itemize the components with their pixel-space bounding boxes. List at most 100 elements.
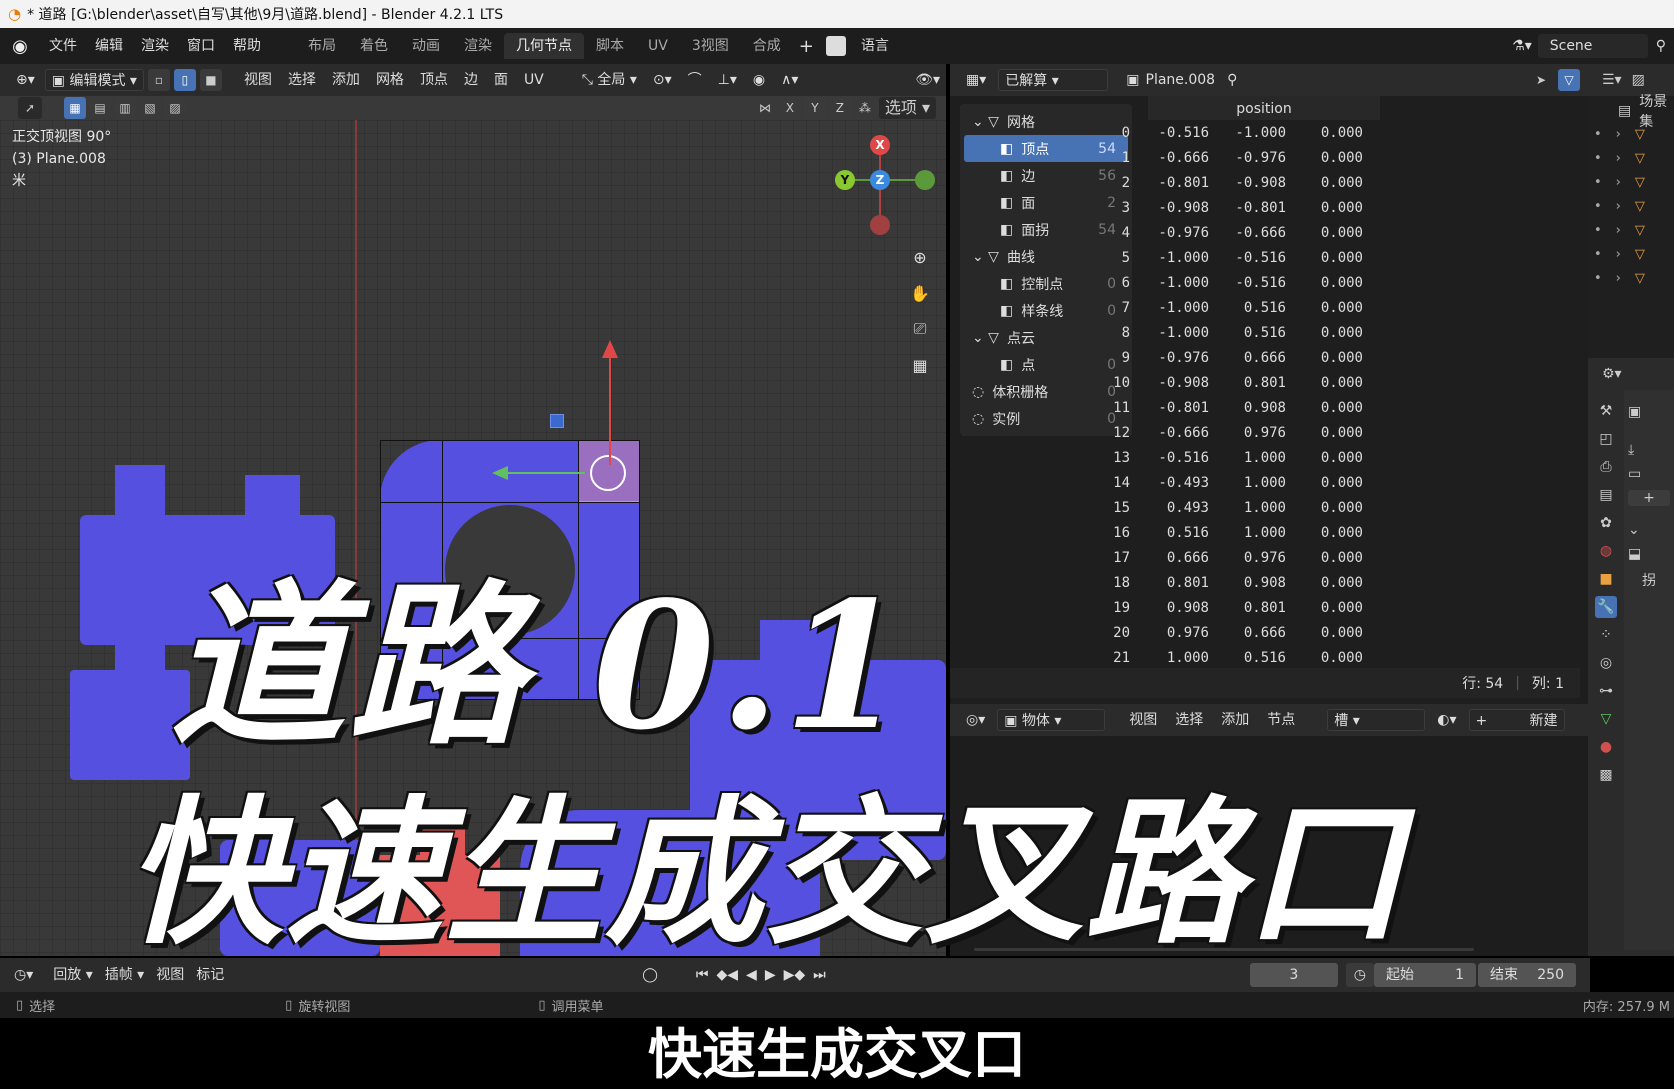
menu-window[interactable]: 窗口 — [178, 34, 224, 58]
outliner-collection[interactable]: ▤ 场景集 — [1588, 94, 1674, 130]
select-subtract-icon[interactable]: ▥ — [114, 97, 136, 119]
material-icon[interactable]: ● — [1595, 736, 1617, 758]
expand-icon[interactable]: › — [1616, 127, 1621, 142]
add-workspace-icon[interactable]: + — [793, 36, 820, 57]
modifier-icon[interactable]: 🔧 — [1595, 596, 1617, 618]
render-icon[interactable]: ◰ — [1595, 428, 1617, 450]
mode-selector[interactable]: ▣ 编辑模式 ▾ — [44, 69, 144, 91]
pivot-icon[interactable]: ⊙▾ — [647, 69, 678, 91]
modifier-expand-icon[interactable]: ⌄ — [1628, 522, 1670, 538]
outliner-row[interactable]: • › ▽ — [1588, 194, 1674, 218]
select-tool-icon[interactable]: ➚ — [18, 97, 42, 119]
menu-add[interactable]: 添加 — [326, 69, 366, 91]
start-frame-field[interactable]: 起始 1 — [1374, 963, 1476, 987]
scene-selector-icon[interactable]: ⚗▾ — [1506, 38, 1538, 54]
horizontal-scrollbar[interactable] — [974, 948, 1474, 951]
menu-help[interactable]: 帮助 — [224, 34, 270, 58]
tab-animation[interactable]: 动画 — [400, 33, 452, 59]
camera-icon[interactable]: ⎚ — [905, 314, 935, 344]
expand-icon[interactable]: › — [1616, 247, 1621, 262]
face-select-icon[interactable]: ■ — [199, 69, 222, 91]
particles-icon[interactable]: ⁘ — [1595, 624, 1617, 646]
tab-rendering[interactable]: 渲染 — [452, 33, 504, 59]
output-icon[interactable]: ⎙ — [1595, 456, 1617, 478]
visibility-icon[interactable]: 👁▾ — [909, 69, 946, 91]
select-intersect-icon[interactable]: ▨ — [164, 97, 186, 119]
axis-y-toggle[interactable]: Y — [803, 97, 826, 119]
play-reverse-icon[interactable]: ◀ — [742, 967, 761, 983]
tab-uv[interactable]: UV — [636, 33, 680, 59]
pin-icon[interactable]: ⚲ — [1227, 72, 1237, 88]
menu-render[interactable]: 渲染 — [132, 34, 178, 58]
material-icon[interactable]: ◐▾ — [1431, 709, 1462, 731]
keying-menu[interactable]: 插帧 ▾ — [99, 964, 150, 986]
gizmo-z-ball[interactable]: Z — [870, 170, 890, 190]
node-type-dropdown[interactable]: ▣ 物体 ▾ — [997, 709, 1106, 731]
next-key-icon[interactable]: ▶◆ — [780, 967, 810, 983]
jump-start-icon[interactable]: ⏮ — [692, 967, 713, 983]
jump-end-icon[interactable]: ⏭ — [809, 967, 830, 983]
world-icon[interactable]: ◍ — [1595, 540, 1617, 562]
view-layer-icon[interactable]: ▤ — [1595, 484, 1617, 506]
slot-dropdown[interactable]: 槽 ▾ — [1327, 709, 1426, 731]
menu-vertex[interactable]: 顶点 — [414, 69, 454, 91]
gizmo-neg-y-ball[interactable] — [915, 170, 935, 190]
menu-edit[interactable]: 编辑 — [86, 34, 132, 58]
outliner[interactable]: ▤ 场景集 • › ▽ • › ▽ • › ▽ • › ▽ • › ▽ • › ▽ • › ▽ — [1588, 94, 1674, 358]
expand-icon[interactable]: › — [1616, 151, 1621, 166]
expand-icon[interactable]: › — [1616, 199, 1621, 214]
snap-target-icon[interactable]: ⊥▾ — [712, 69, 743, 91]
timeline-editor-icon[interactable]: ◷▾ — [0, 967, 47, 983]
expand-icon[interactable]: › — [1616, 271, 1621, 286]
menu-mesh[interactable]: 网格 — [370, 69, 410, 91]
gizmo-y-arrow[interactable] — [609, 355, 611, 465]
tab-3view[interactable]: 3视图 — [680, 33, 741, 59]
menu-view[interactable]: 视图 — [238, 69, 278, 91]
edge-select-icon[interactable]: ▯ — [173, 69, 196, 91]
select-new-icon[interactable]: ▦ — [64, 97, 86, 119]
column-header-position[interactable]: position — [1148, 96, 1380, 120]
spreadsheet-editor-icon[interactable]: ▦▾ — [960, 69, 992, 91]
expand-icon[interactable]: › — [1616, 223, 1621, 238]
tab-geometry-nodes[interactable]: 几何节点 — [504, 33, 584, 59]
tab-scripting[interactable]: 脚本 — [584, 33, 636, 59]
select-invert-icon[interactable]: ▧ — [139, 97, 161, 119]
hand-pan-icon[interactable]: ✋ — [905, 278, 935, 308]
blender-menu-icon[interactable]: ◉ — [0, 36, 40, 57]
gizmo-neg-x-ball[interactable] — [870, 215, 890, 235]
transform-orientation[interactable]: ⤡ 全局 ▾ — [576, 69, 643, 91]
selected-only-icon[interactable]: ➤ — [1530, 69, 1552, 91]
outliner-row[interactable]: • › ▽ — [1588, 170, 1674, 194]
node-menu-view[interactable]: 视图 — [1123, 709, 1163, 731]
marker-menu[interactable]: 标记 — [190, 964, 230, 986]
constraints-icon[interactable]: ⊶ — [1595, 680, 1617, 702]
node-menu-add[interactable]: 添加 — [1215, 709, 1255, 731]
expand-icon[interactable]: › — [1616, 175, 1621, 190]
zoom-icon[interactable]: ⊕ — [905, 242, 935, 272]
outliner-row[interactable]: • › ▽ — [1588, 266, 1674, 290]
outliner-row[interactable]: • › ▽ — [1588, 146, 1674, 170]
tab-shading[interactable]: 着色 — [348, 33, 400, 59]
object-icon[interactable]: ■ — [1595, 568, 1617, 590]
data-icon[interactable]: ▽ — [1595, 708, 1617, 730]
menu-face[interactable]: 面 — [488, 69, 514, 91]
preview-range-icon[interactable]: ◷ — [1345, 963, 1374, 987]
auto-key-icon[interactable]: ◯ — [630, 967, 670, 983]
mirror-icon[interactable]: ⋈ — [754, 97, 776, 119]
playback-menu[interactable]: 回放 ▾ — [47, 964, 98, 986]
end-frame-field[interactable]: 结束 250 — [1478, 963, 1576, 987]
select-extend-icon[interactable]: ▤ — [89, 97, 111, 119]
physics-icon[interactable]: ◎ — [1595, 652, 1617, 674]
addon-icon[interactable] — [825, 36, 846, 56]
gizmo-y-ball[interactable]: Y — [835, 170, 855, 190]
scene-name[interactable]: Scene — [1537, 34, 1648, 58]
editor-type-icon[interactable]: ⊕▾ — [10, 69, 41, 91]
menu-uv[interactable]: UV — [518, 69, 550, 91]
add-modifier-icon[interactable]: + — [1628, 490, 1670, 506]
eval-mode-dropdown[interactable]: 已解算 ▾ — [998, 69, 1109, 91]
filter-icon[interactable]: ▽ — [1558, 69, 1580, 91]
tab-compositing[interactable]: 合成 — [741, 33, 793, 59]
grid-icon[interactable]: ▦ — [905, 350, 935, 380]
node-menu-node[interactable]: 节点 — [1261, 709, 1301, 731]
axis-z-toggle[interactable]: Z — [828, 97, 851, 119]
